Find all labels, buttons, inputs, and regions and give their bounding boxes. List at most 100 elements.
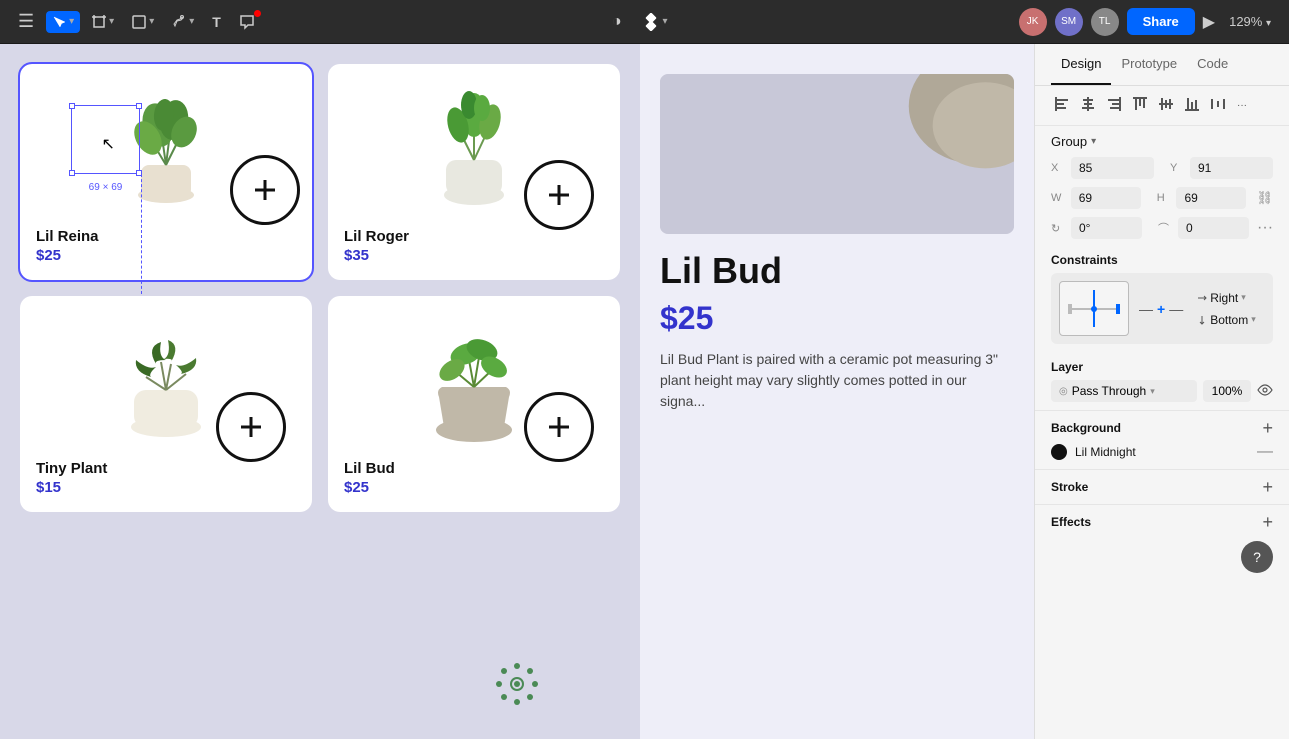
align-bottom-btn[interactable] [1181,94,1203,117]
constraints-label: Constraints [1035,243,1289,273]
layer-title: Layer [1051,360,1273,374]
card-image-area-3 [36,312,296,452]
zoom-control[interactable]: 129% ▾ [1223,10,1277,33]
w-input[interactable] [1071,187,1141,209]
plant-image-2 [414,90,534,210]
opacity-input[interactable] [1203,380,1251,402]
text-tool[interactable]: T [206,10,227,34]
product-price: $25 [660,300,1014,337]
shape-tool[interactable]: ▾ [126,11,160,33]
product-title: Lil Bud [660,250,1014,292]
align-middle-btn[interactable] [1155,94,1177,117]
constraints-widget: — + — Right ▾ Bottom ▾ [1051,273,1273,344]
remove-color-btn[interactable]: — [1257,443,1273,461]
layer-section: Layer ◎ Pass Through ▾ [1035,352,1289,411]
constraint-vertical-select[interactable]: Bottom ▾ [1193,311,1260,329]
plant-name-3: Tiny Plant [36,460,296,477]
plant-price-2: $35 [344,247,604,264]
select-tool[interactable]: ▾ [46,11,80,33]
constraint-v-arrow: ▾ [1251,314,1256,325]
card-image-area-2 [344,80,604,220]
align-toolbar: ··· [1035,86,1289,126]
constraint-center-dot [1091,306,1097,312]
align-center-h-btn[interactable] [1077,94,1099,117]
add-stroke-btn[interactable]: + [1262,478,1273,496]
wh-row: W H ⛓ [1035,183,1289,213]
menu-button[interactable]: ☰ [12,7,40,36]
align-left-btn[interactable] [1051,94,1073,117]
y-input[interactable] [1190,157,1273,179]
blend-mode-selector[interactable]: ◎ Pass Through ▾ [1051,380,1197,402]
blend-mode-icon: ◎ [1059,386,1068,397]
canvas-inner: ↖ 69 × 69 Lil Reina $25 [0,44,1034,739]
share-button[interactable]: Share [1127,8,1195,35]
add-effect-btn[interactable]: + [1262,513,1273,531]
resize-handle-bl[interactable] [69,170,75,176]
product-detail: Lil Bud $25 Lil Bud Plant is paired with… [640,44,1034,739]
tab-code[interactable]: Code [1187,44,1238,85]
card-lil-roger[interactable]: Lil Roger $35 [328,64,620,280]
product-detail-image [660,74,1014,234]
visibility-toggle[interactable] [1257,383,1273,399]
color-row: Lil Midnight — [1051,443,1273,461]
avatar-2: SM [1055,8,1083,36]
tab-prototype[interactable]: Prototype [1111,44,1187,85]
main-area: ↖ 69 × 69 Lil Reina $25 [0,44,1289,739]
group-type-label: Group [1051,134,1087,149]
constraint-selects: Right ▾ Bottom ▾ [1193,289,1260,329]
distribute-btn[interactable] [1207,94,1229,117]
w-label: W [1051,192,1063,204]
constraint-horizontal-select[interactable]: Right ▾ [1193,289,1260,307]
corner-icon: ⌒ [1158,220,1170,236]
color-name-label: Lil Midnight [1075,445,1249,459]
toolbar-center: ◑ ▾ [269,9,1011,35]
constraint-controls: — + — [1139,301,1183,317]
corner-input[interactable] [1178,217,1249,239]
plant-name-4: Lil Bud [344,460,604,477]
plant-image-3 [106,322,226,442]
h-label: H [1157,192,1169,204]
canvas[interactable]: ↖ 69 × 69 Lil Reina $25 [0,44,1034,739]
contrast-toggle[interactable]: ◑ [606,9,628,35]
layer-row: ◎ Pass Through ▾ [1051,380,1273,402]
color-swatch[interactable] [1051,444,1067,460]
help-area: ? [1035,539,1289,589]
tab-design[interactable]: Design [1051,44,1111,85]
background-section: Background + Lil Midnight — [1035,411,1289,470]
help-button[interactable]: ? [1241,541,1273,573]
card-tiny-plant[interactable]: Tiny Plant $15 [20,296,312,512]
stroke-section: Stroke + [1035,470,1289,505]
panel-tabs: Design Prototype Code [1035,44,1289,86]
comment-tool[interactable] [233,10,261,34]
rotation-input[interactable] [1071,217,1142,239]
add-to-cart-4[interactable] [524,392,594,462]
preview-button[interactable]: ▶ [1203,12,1215,32]
lock-ratio-btn[interactable]: ⛓ [1256,190,1273,206]
x-input[interactable] [1071,157,1154,179]
h-input[interactable] [1176,187,1246,209]
add-to-cart-3[interactable] [216,392,286,462]
more-align-btn[interactable]: ··· [1233,97,1251,114]
add-to-cart-2[interactable] [524,160,594,230]
product-detail-svg [660,74,1014,234]
component-btn[interactable]: ▾ [636,9,674,35]
add-background-btn[interactable]: + [1262,419,1273,437]
plant-price-4: $25 [344,479,604,496]
card-lil-reina[interactable]: ↖ 69 × 69 Lil Reina $25 [20,64,312,280]
toolbar-right: JK SM TL Share ▶ 129% ▾ [1019,8,1277,36]
group-chevron-icon[interactable]: ▾ [1091,136,1096,147]
align-top-btn[interactable] [1129,94,1151,117]
card-lil-bud[interactable]: Lil Bud $25 [328,296,620,512]
constraint-h-arrow: ▾ [1241,292,1246,303]
add-to-cart-1[interactable] [230,155,300,225]
resize-handle-tl[interactable] [69,103,75,109]
plant-price-3: $15 [36,479,296,496]
more-options-btn[interactable]: ··· [1257,219,1273,237]
rotation-icon: ↻ [1051,222,1063,235]
frame-tool[interactable]: ▾ [86,11,120,33]
pen-tool[interactable]: ▾ [166,11,200,33]
toolbar-left: ☰ ▾ ▾ ▾ ▾ T [12,7,261,36]
constraint-plus-icon: + [1157,301,1165,317]
avatar-1: JK [1019,8,1047,36]
align-right-btn[interactable] [1103,94,1125,117]
